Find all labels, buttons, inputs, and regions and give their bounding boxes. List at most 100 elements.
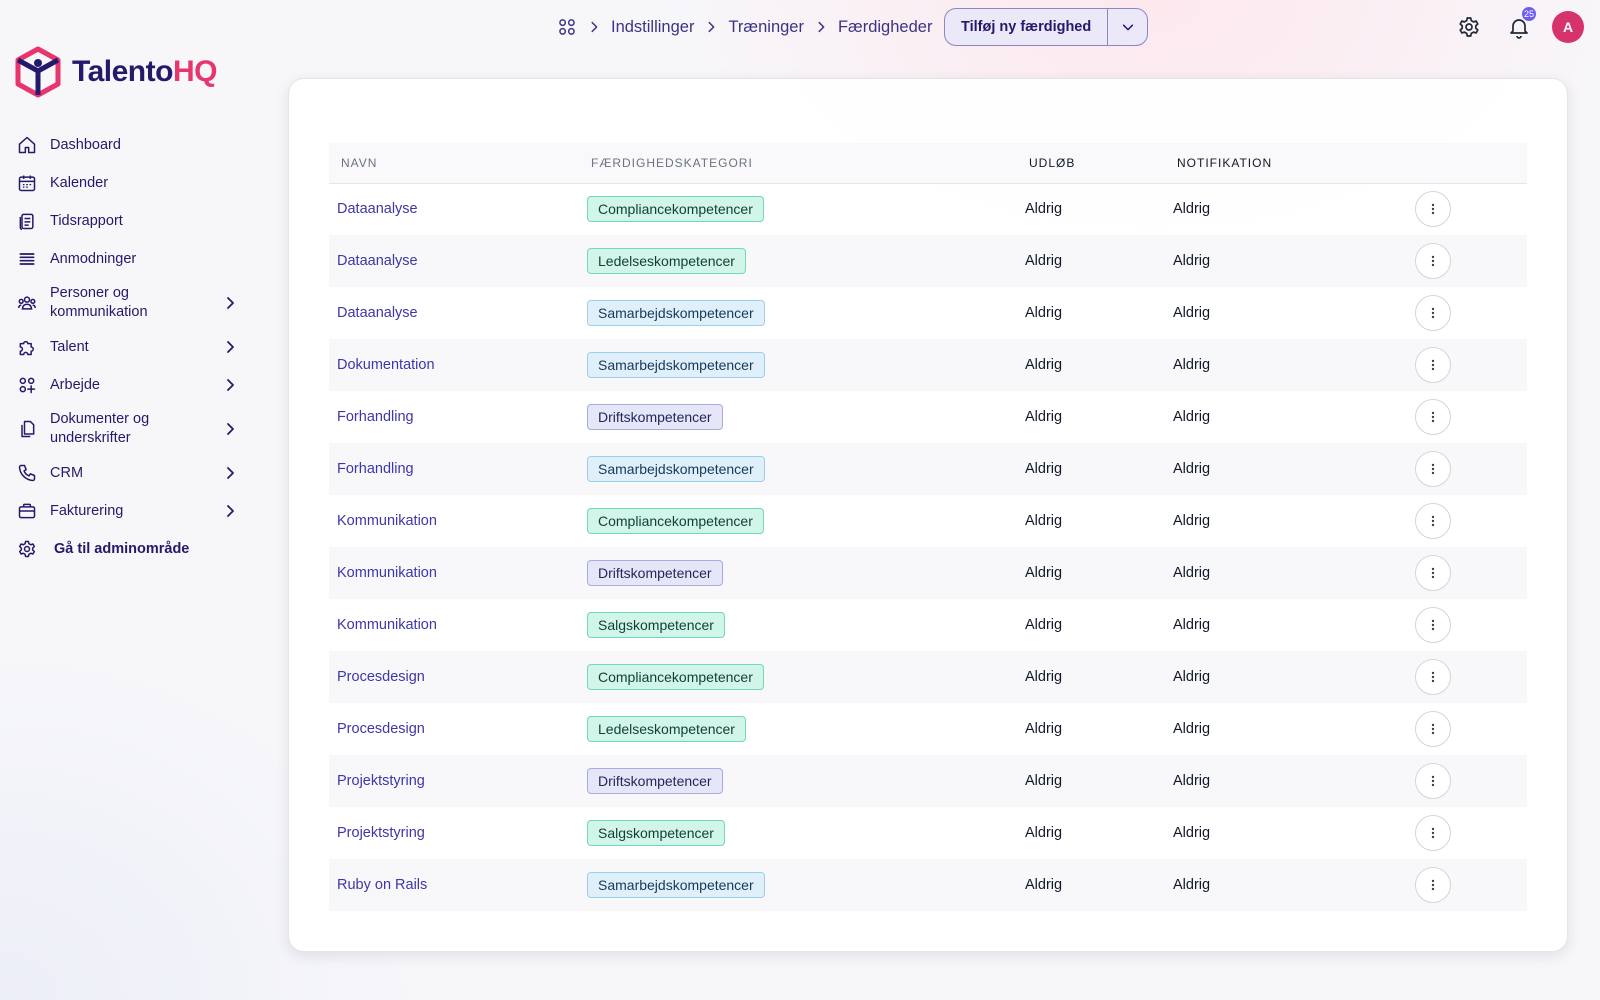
calendar-icon	[17, 173, 37, 193]
breadcrumb-settings[interactable]: Indstillinger	[611, 18, 694, 37]
category-cell: Compliancekompetencer	[583, 183, 1021, 235]
notification-cell: Aldrig	[1173, 409, 1211, 425]
sidebar-item-fakturering[interactable]: Fakturering	[14, 492, 244, 530]
actions-cell	[1415, 339, 1527, 391]
phone-icon	[17, 463, 37, 483]
skill-name-link[interactable]: Kommunikation	[329, 495, 583, 547]
sidebar-item-talent[interactable]: Talent	[14, 328, 244, 366]
more-vertical-icon	[1431, 359, 1435, 371]
notification-cell: Aldrig	[1173, 513, 1211, 529]
breadcrumb-trainings[interactable]: Træninger	[728, 18, 804, 37]
row-actions-button[interactable]	[1415, 399, 1451, 435]
row-actions-button[interactable]	[1415, 191, 1451, 228]
table-row: Ruby on Rails Samarbejdskompetencer Aldrig…	[329, 859, 1527, 911]
skill-name-link[interactable]: Forhandling	[329, 443, 583, 495]
more-vertical-icon	[1431, 775, 1435, 787]
notification-cell: Aldrig	[1173, 721, 1211, 737]
skill-name-link[interactable]: Dataanalyse	[329, 183, 583, 235]
actions-cell	[1415, 235, 1527, 287]
sidebar-item-dokumenter[interactable]: Dokumenter og underskrifter	[14, 404, 244, 454]
sidebar-item-label: Fakturering	[50, 502, 124, 519]
sidebar-item-crm[interactable]: CRM	[14, 454, 244, 492]
home-icon	[17, 135, 37, 155]
category-cell: Salgskompetencer	[583, 599, 1021, 651]
sidebar-item-anmodninger[interactable]: Anmodninger	[14, 240, 244, 278]
table-row: Projektstyring Salgskompetencer Aldrig Aldr…	[329, 807, 1527, 859]
actions-cell	[1415, 443, 1527, 495]
settings-button[interactable]	[1452, 10, 1486, 44]
column-header-notification[interactable]: NOTIFIKATION	[1169, 143, 1415, 184]
skill-name-link[interactable]: Projektstyring	[329, 755, 583, 807]
add-skill-menu-toggle[interactable]	[1107, 9, 1147, 45]
add-skill-split-button: Tilføj ny færdighed	[944, 8, 1149, 46]
skill-name-link[interactable]: Projektstyring	[329, 807, 583, 859]
apps-grid-icon[interactable]	[557, 17, 577, 37]
grid-icon	[17, 375, 37, 395]
row-actions-button[interactable]	[1415, 503, 1451, 539]
notifications-button[interactable]: 25	[1502, 7, 1536, 44]
column-header-expiry[interactable]: UDLØB	[1021, 143, 1169, 184]
skill-name-link[interactable]: Dataanalyse	[329, 287, 583, 339]
avatar[interactable]: A	[1552, 11, 1584, 43]
category-cell: Samarbejdskompetencer	[583, 287, 1021, 339]
row-actions-button[interactable]	[1415, 451, 1451, 487]
expiry-cell: Aldrig	[1025, 721, 1063, 737]
skill-name-link[interactable]: Ruby on Rails	[329, 859, 583, 911]
row-actions-button[interactable]	[1415, 659, 1451, 695]
row-actions-button[interactable]	[1415, 347, 1451, 383]
briefcase-icon	[17, 501, 37, 521]
row-actions-button[interactable]	[1415, 243, 1451, 279]
expiry-cell: Aldrig	[1025, 669, 1063, 685]
sidebar-item-tidsrapport[interactable]: Tidsrapport	[14, 202, 244, 240]
gear-icon	[1459, 17, 1479, 37]
skill-name-link[interactable]: Kommunikation	[329, 599, 583, 651]
brand-logo[interactable]: TalentoHQ	[14, 46, 217, 98]
skill-name-link[interactable]: Kommunikation	[329, 547, 583, 599]
table-row: Dataanalyse Samarbejdskompetencer Aldrig Al…	[329, 287, 1527, 339]
category-cell: Samarbejdskompetencer	[583, 859, 1021, 911]
column-header-name[interactable]: NAVN	[329, 143, 583, 184]
skill-name-link[interactable]: Procesdesign	[329, 651, 583, 703]
skill-name-link[interactable]: Forhandling	[329, 391, 583, 443]
row-actions-button[interactable]	[1415, 555, 1451, 591]
chevron-right-icon	[814, 20, 828, 34]
row-actions-button[interactable]	[1415, 295, 1451, 331]
sidebar-item-personer[interactable]: Personer og kommunikation	[14, 278, 244, 328]
skill-name-link[interactable]: Dataanalyse	[329, 235, 583, 287]
sidebar-item-admin[interactable]: Gå til adminområde	[14, 530, 244, 568]
category-badge: Driftskompetencer	[587, 560, 723, 586]
column-header-category[interactable]: FÆRDIGHEDSKATEGORI	[583, 143, 1021, 184]
sidebar-item-label: Talent	[50, 338, 89, 355]
documents-icon	[17, 419, 37, 439]
actions-cell	[1415, 755, 1527, 807]
category-cell: Driftskompetencer	[583, 391, 1021, 443]
category-badge: Driftskompetencer	[587, 768, 723, 794]
row-actions-button[interactable]	[1415, 711, 1451, 747]
row-actions-button[interactable]	[1415, 815, 1451, 851]
row-actions-button[interactable]	[1415, 607, 1451, 643]
more-vertical-icon	[1431, 879, 1435, 891]
expiry-cell: Aldrig	[1025, 617, 1063, 633]
actions-cell	[1415, 703, 1527, 755]
category-badge: Salgskompetencer	[587, 612, 725, 638]
breadcrumb-skills[interactable]: Færdigheder	[838, 18, 932, 37]
skill-name-link[interactable]: Procesdesign	[329, 703, 583, 755]
sidebar-item-dashboard[interactable]: Dashboard	[14, 126, 244, 164]
sidebar-item-arbejde[interactable]: Arbejde	[14, 366, 244, 404]
notification-cell: Aldrig	[1173, 617, 1211, 633]
table-row: Dataanalyse Ledelseskompetencer Aldrig Aldr…	[329, 235, 1527, 287]
sidebar-item-label: Dashboard	[50, 136, 121, 153]
row-actions-button[interactable]	[1415, 867, 1451, 903]
sidebar-item-label: Anmodninger	[50, 250, 137, 267]
sidebar-item-kalender[interactable]: Kalender	[14, 164, 244, 202]
notification-cell: Aldrig	[1173, 773, 1211, 789]
add-skill-button[interactable]: Tilføj ny færdighed	[945, 9, 1107, 45]
table-row: Kommunikation Salgskompetencer Aldrig Aldri…	[329, 599, 1527, 651]
skill-name-link[interactable]: Dokumentation	[329, 339, 583, 391]
sidebar-nav: Dashboard Kalender Tidsrapport Anmodning…	[14, 126, 244, 568]
row-actions-button[interactable]	[1415, 763, 1451, 799]
people-icon	[17, 293, 37, 313]
category-cell: Samarbejdskompetencer	[583, 443, 1021, 495]
cube-logo-icon	[15, 46, 61, 98]
table-row: Forhandling Samarbejdskompetencer Aldrig Al…	[329, 443, 1527, 495]
